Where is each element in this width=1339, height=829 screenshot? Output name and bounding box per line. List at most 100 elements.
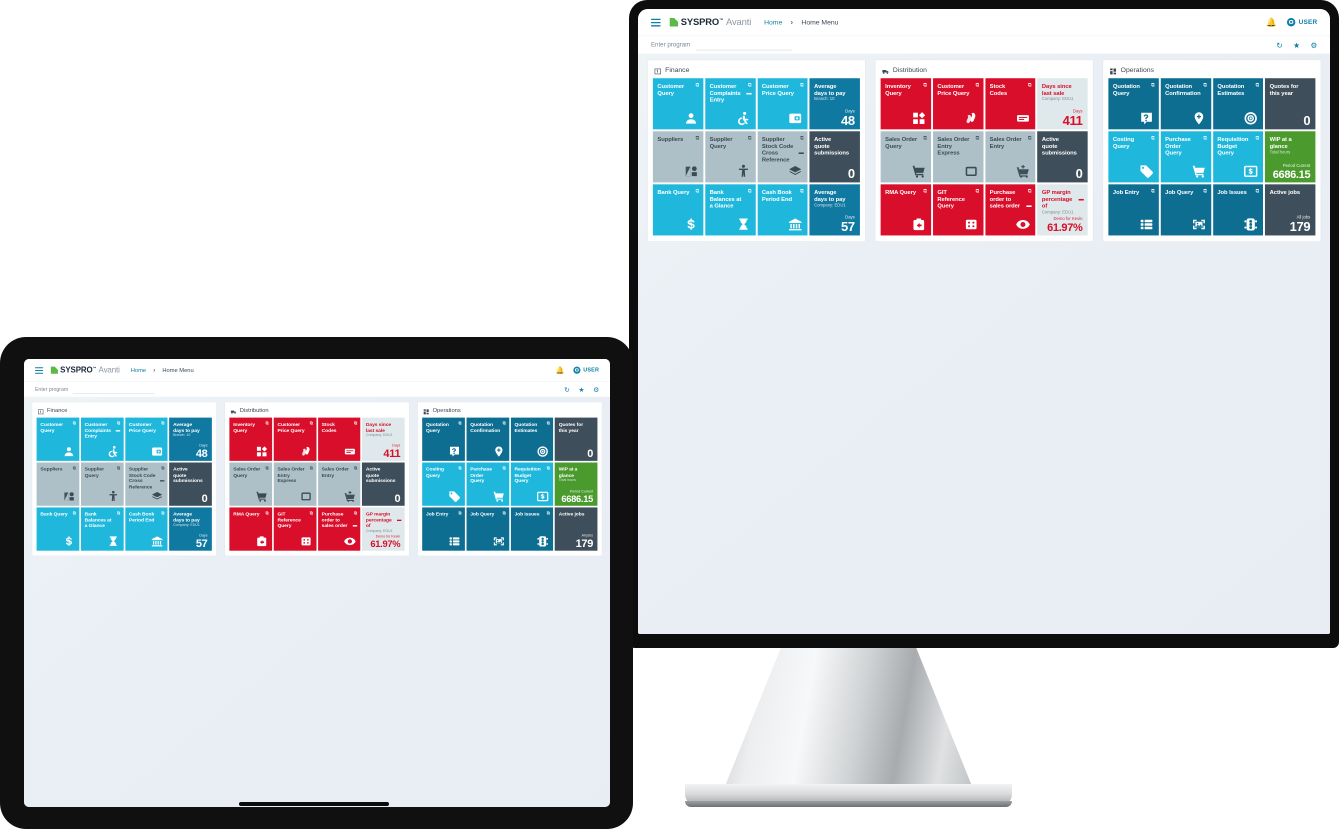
- expand-icon[interactable]: ⧉: [1203, 189, 1207, 194]
- tile-sales-order-entry-express[interactable]: Sales Order Entry Express ⧉: [932, 131, 984, 183]
- tile-cash-book-period-end[interactable]: Cash Book Period End ⧉: [757, 184, 808, 236]
- tile-purchase-order-query[interactable]: Purchase Order Query ⧉: [466, 462, 509, 506]
- tile-wip-at-a-glance[interactable]: WIP at a glance Total hours Period Current…: [1265, 131, 1316, 183]
- refresh-icon[interactable]: ↻: [1276, 41, 1283, 49]
- tile-quotation-query[interactable]: Quotation Query ⧉: [1108, 78, 1159, 130]
- tile-job-entry[interactable]: Job Entry ⧉: [422, 507, 465, 551]
- expand-icon[interactable]: ⧉: [696, 189, 700, 194]
- tile-supplier-query[interactable]: Supplier Query ⧉: [80, 462, 124, 506]
- expand-icon[interactable]: ⧉: [458, 421, 461, 425]
- tile-purchase-order-to-sales-order[interactable]: Purchase order to sales order ⧉ ▬: [317, 507, 361, 551]
- expand-icon[interactable]: ⧉: [748, 135, 752, 141]
- tile-average-days-to-pay[interactable]: Average days to pay Branch: 10 Days 48: [809, 78, 860, 130]
- tile-job-query[interactable]: Job Query ⧉: [1160, 184, 1211, 236]
- expand-icon[interactable]: ⧉: [748, 189, 752, 194]
- tile-git-reference-query[interactable]: GIT Reference Query ⧉: [273, 507, 317, 551]
- breadcrumb-home[interactable]: Home: [764, 18, 782, 26]
- tile-sales-order-entry[interactable]: Sales Order Entry ⧉: [317, 462, 361, 506]
- expand-icon[interactable]: ⧉: [1028, 135, 1032, 141]
- expand-icon[interactable]: ⧉: [161, 421, 164, 425]
- expand-icon[interactable]: ⧉: [696, 82, 700, 88]
- tile-gp-margin-percentage-of[interactable]: GP margin percentage of Company: EDU1 ▬ Dem…: [1037, 184, 1088, 236]
- expand-icon[interactable]: ⧉: [266, 511, 269, 515]
- tile-rma-query[interactable]: RMA Query ⧉: [229, 507, 272, 551]
- tile-requisition-budget-query[interactable]: Requisition Budget Query ⧉: [1212, 131, 1264, 183]
- star-icon[interactable]: ★: [579, 386, 585, 393]
- hamburger-icon[interactable]: [34, 366, 44, 374]
- gear-icon[interactable]: ⚙: [1310, 41, 1317, 49]
- tile-quotes-for-this-year[interactable]: Quotes for this year 0: [554, 417, 598, 461]
- more-options-icon[interactable]: ▬: [160, 478, 164, 482]
- tile-sales-order-query[interactable]: Sales Order Query ⧉: [880, 131, 931, 183]
- expand-icon[interactable]: ⧉: [547, 421, 550, 425]
- expand-icon[interactable]: ⧉: [1151, 135, 1155, 141]
- expand-icon[interactable]: ⧉: [117, 511, 120, 515]
- expand-icon[interactable]: ⧉: [458, 466, 461, 470]
- expand-icon[interactable]: ⧉: [923, 135, 927, 141]
- expand-icon[interactable]: ⧉: [354, 421, 357, 425]
- tile-active-quote-submissions[interactable]: Active quote submissions 0: [809, 131, 860, 183]
- expand-icon[interactable]: ⧉: [1151, 82, 1155, 88]
- expand-icon[interactable]: ⧉: [458, 511, 461, 515]
- tile-bank-balances-at-a-glance[interactable]: Bank Balances at a Glance ⧉: [705, 184, 756, 236]
- tile-inventory-query[interactable]: Inventory Query ⧉: [880, 78, 931, 130]
- tile-customer-query[interactable]: Customer Query ⧉: [36, 417, 80, 461]
- expand-icon[interactable]: ⧉: [161, 466, 164, 470]
- tile-sales-order-entry[interactable]: Sales Order Entry ⧉: [985, 131, 1036, 183]
- tile-costing-query[interactable]: Costing Query ⧉: [422, 462, 465, 506]
- expand-icon[interactable]: ⧉: [73, 421, 76, 425]
- expand-icon[interactable]: ⧉: [748, 82, 752, 88]
- more-options-icon[interactable]: ▬: [353, 523, 357, 527]
- expand-icon[interactable]: ⧉: [73, 466, 76, 470]
- tile-customer-price-query[interactable]: Customer Price Query ⧉: [757, 78, 808, 130]
- user-menu[interactable]: USER: [573, 366, 599, 374]
- tile-customer-price-query[interactable]: Customer Price Query ⧉: [125, 417, 168, 461]
- expand-icon[interactable]: ⧉: [1256, 189, 1260, 194]
- expand-icon[interactable]: ⧉: [976, 189, 980, 194]
- tile-active-jobs[interactable]: Active jobs All jobs 179: [554, 507, 598, 551]
- expand-icon[interactable]: ⧉: [310, 511, 313, 515]
- tile-quotation-confirmation[interactable]: Quotation Confirmation ⧉: [466, 417, 509, 461]
- notification-bell-icon[interactable]: 🔔: [1266, 17, 1276, 27]
- expand-icon[interactable]: ⧉: [547, 511, 550, 515]
- tile-supplier-query[interactable]: Supplier Query ⧉: [705, 131, 756, 183]
- tile-active-quote-submissions[interactable]: Active quote submissions 0: [169, 462, 212, 506]
- expand-icon[interactable]: ⧉: [1203, 135, 1207, 141]
- tile-sales-order-entry-express[interactable]: Sales Order Entry Express ⧉: [273, 462, 317, 506]
- expand-icon[interactable]: ⧉: [923, 189, 927, 194]
- tile-bank-query[interactable]: Bank Query ⧉: [36, 507, 80, 551]
- tile-days-since-last-sale[interactable]: Days since last sale Company: EDU1 Days 411: [1037, 78, 1088, 130]
- tile-average-days-to-pay[interactable]: Average days to pay Company: EDU1 Days 57: [169, 507, 212, 551]
- tile-costing-query[interactable]: Costing Query ⧉: [1108, 131, 1159, 183]
- expand-icon[interactable]: ⧉: [354, 466, 357, 470]
- tile-stock-codes[interactable]: Stock Codes ⧉: [317, 417, 361, 461]
- expand-icon[interactable]: ⧉: [1151, 189, 1155, 194]
- expand-icon[interactable]: ⧉: [976, 82, 980, 88]
- expand-icon[interactable]: ⧉: [976, 135, 980, 141]
- tile-customer-price-query[interactable]: Customer Price Query ⧉: [932, 78, 984, 130]
- tile-quotes-for-this-year[interactable]: Quotes for this year 0: [1265, 78, 1316, 130]
- tile-bank-query[interactable]: Bank Query ⧉: [652, 184, 704, 236]
- expand-icon[interactable]: ⧉: [1028, 82, 1032, 88]
- expand-icon[interactable]: ⧉: [696, 135, 700, 141]
- breadcrumb-home[interactable]: Home: [131, 367, 146, 374]
- more-options-icon[interactable]: ▬: [1026, 203, 1031, 208]
- tile-sales-order-query[interactable]: Sales Order Query ⧉: [229, 462, 272, 506]
- tile-bank-balances-at-a-glance[interactable]: Bank Balances at a Glance ⧉: [80, 507, 124, 551]
- expand-icon[interactable]: ⧉: [1203, 82, 1207, 88]
- more-options-icon[interactable]: ▬: [1079, 196, 1084, 201]
- expand-icon[interactable]: ⧉: [800, 135, 804, 141]
- tile-average-days-to-pay[interactable]: Average days to pay Company: EDU1 Days 57: [809, 184, 860, 236]
- tile-customer-complaints-entry[interactable]: Customer Complaints Entry ⧉ ▬: [705, 78, 756, 130]
- more-options-icon[interactable]: ▬: [799, 150, 804, 155]
- expand-icon[interactable]: ⧉: [117, 466, 120, 470]
- expand-icon[interactable]: ⧉: [73, 511, 76, 515]
- tile-cash-book-period-end[interactable]: Cash Book Period End ⧉: [125, 507, 168, 551]
- tile-job-entry[interactable]: Job Entry ⧉: [1108, 184, 1159, 236]
- tile-purchase-order-query[interactable]: Purchase Order Query ⧉: [1160, 131, 1211, 183]
- more-options-icon[interactable]: ▬: [746, 90, 751, 95]
- hamburger-icon[interactable]: [650, 18, 661, 27]
- tile-active-quote-submissions[interactable]: Active quote submissions 0: [362, 462, 405, 506]
- more-options-icon[interactable]: ▬: [116, 427, 120, 432]
- tile-customer-price-query[interactable]: Customer Price Query ⧉: [273, 417, 317, 461]
